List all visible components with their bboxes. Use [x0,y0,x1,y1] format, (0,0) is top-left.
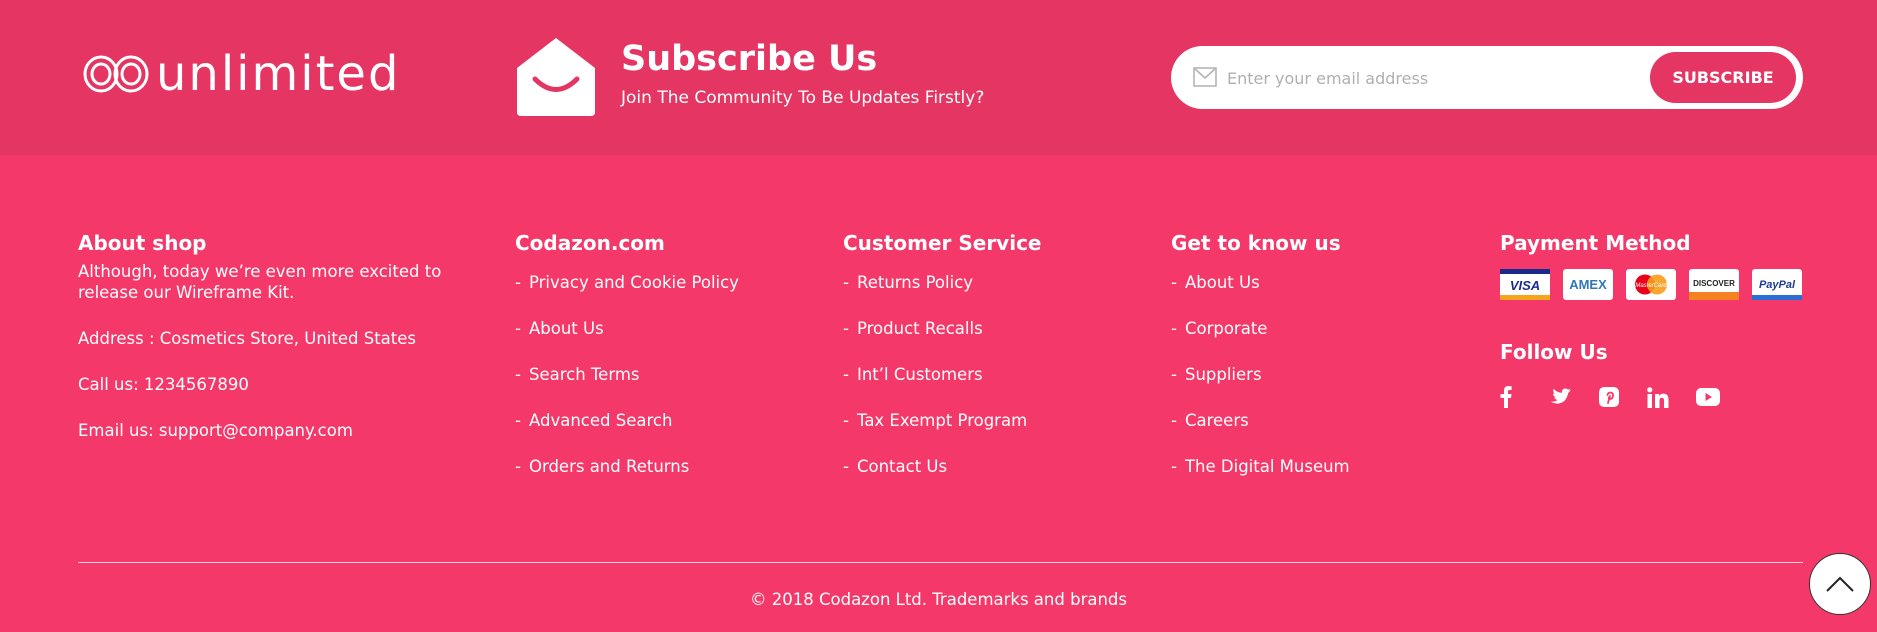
footer-link-suppliers[interactable]: - Suppliers [1171,365,1350,411]
mail-icon [1193,67,1217,87]
footer-link-returns-policy[interactable]: - Returns Policy [843,273,1042,319]
footer-link-about-us[interactable]: - About Us [515,319,739,365]
get-to-know-heading: Get to know us [1171,231,1341,255]
footer-link-tax-exempt[interactable]: - Tax Exempt Program [843,411,1042,457]
mastercard-text: MasterCard [1635,283,1667,289]
linkedin-icon[interactable] [1647,384,1696,410]
email-input[interactable] [1227,58,1627,98]
codazon-links-section: Codazon.com - Privacy and Cookie Policy -… [515,231,739,503]
footer-link-product-recalls[interactable]: - Product Recalls [843,319,1042,365]
scroll-to-top-button[interactable] [1809,553,1871,615]
footer-link-search-terms[interactable]: - Search Terms [515,365,739,411]
footer-link-contact-us[interactable]: - Contact Us [843,457,1042,503]
infinity-logo-icon [83,55,149,93]
copyright-text: © 2018 Codazon Ltd. Trademarks and brand… [750,590,1127,609]
payment-heading: Payment Method [1500,231,1691,255]
discover-card-icon: DISCOVER [1689,269,1739,300]
about-heading: About shop [78,231,207,255]
discover-text: DISCOVER [1693,279,1735,288]
customer-service-section: Customer Service - Returns Policy - Produc… [843,231,1042,503]
amex-card-icon: AMEX [1563,269,1613,300]
subscribe-title: Subscribe Us [621,39,878,79]
facebook-icon[interactable] [1500,384,1549,410]
about-shop-section: About shop Although, today we’re even mo… [78,231,441,441]
subscribe-form: SUBSCRIBE [1171,46,1803,109]
brand-logo[interactable]: unlimited [82,50,400,98]
chevron-up-icon [1826,576,1854,592]
visa-card-icon: VISA [1500,269,1550,300]
customer-service-heading: Customer Service [843,231,1042,255]
about-email: Email us: support@company.com [78,421,353,440]
subscribe-subtitle: Join The Community To Be Updates Firstly… [621,88,985,108]
youtube-icon[interactable] [1696,384,1745,410]
about-intro-line2: release our Wireframe Kit. [78,283,295,302]
footer-link-advanced-search[interactable]: - Advanced Search [515,411,739,457]
footer-link-orders-returns[interactable]: - Orders and Returns [515,457,739,503]
about-intro-line1: Although, today we’re even more excited … [78,262,442,281]
envelope-icon [517,38,595,116]
footer-link-privacy[interactable]: - Privacy and Cookie Policy [515,273,739,319]
footer-divider [78,562,1803,563]
amex-text: AMEX [1569,277,1607,292]
mastercard-card-icon: MasterCard [1626,269,1676,300]
footer-link-about-us-2[interactable]: - About Us [1171,273,1350,319]
footer-link-digital-museum[interactable]: - The Digital Museum [1171,457,1350,503]
about-address: Address : Cosmetics Store, United States [78,329,416,348]
payment-follow-section: Payment Method VISA AMEX MasterCard DISC… [1500,231,1802,410]
get-to-know-section: Get to know us - About Us - Corporate - Sup… [1171,231,1350,503]
subscribe-button[interactable]: SUBSCRIBE [1650,52,1796,103]
paypal-card-icon: PayPal [1752,269,1802,300]
visa-text: VISA [1510,278,1540,293]
pinterest-icon[interactable] [1598,384,1647,410]
follow-heading: Follow Us [1500,340,1608,364]
payment-cards: VISA AMEX MasterCard DISCOVER PayPal [1500,269,1802,300]
footer-link-careers[interactable]: - Careers [1171,411,1350,457]
footer-link-corporate[interactable]: - Corporate [1171,319,1350,365]
paypal-text: PayPal [1759,279,1796,291]
footer-link-intl-customers[interactable]: - Int’l Customers [843,365,1042,411]
about-phone: Call us: 1234567890 [78,375,249,394]
logo-text: unlimited [156,46,401,102]
twitter-icon[interactable] [1549,384,1598,410]
social-links [1500,384,1802,410]
subscribe-band: unlimited Subscribe Us Join The Communit… [0,0,1877,155]
codazon-heading: Codazon.com [515,231,665,255]
